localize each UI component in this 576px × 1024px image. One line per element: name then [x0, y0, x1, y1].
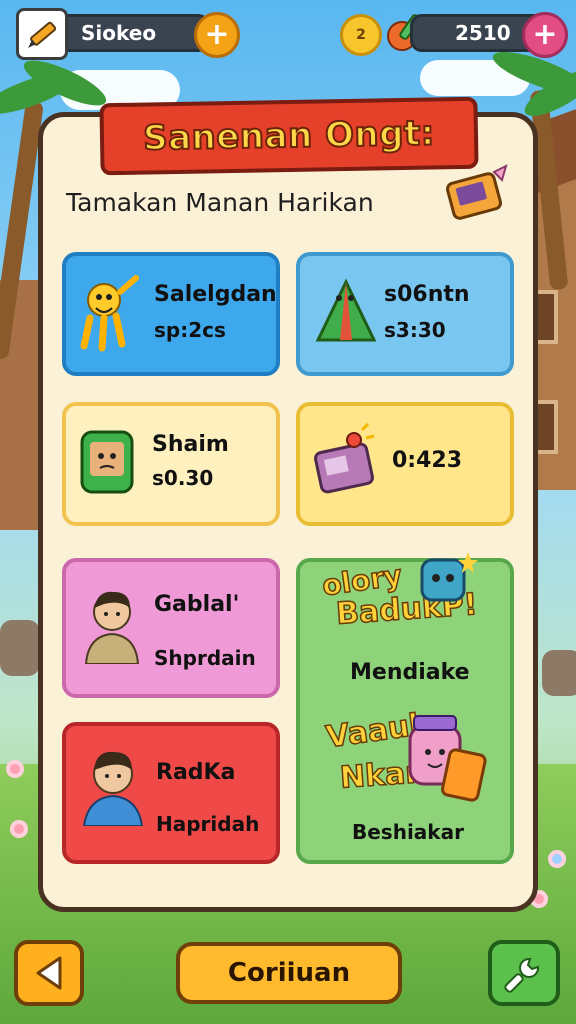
item-card-1[interactable]: Salelgdan sp:2cs	[62, 252, 280, 376]
boy-avatar-icon	[84, 591, 140, 664]
coin-icon: 2	[340, 14, 382, 56]
handheld-device-icon	[446, 164, 508, 220]
card-4-title: 0:423	[392, 448, 463, 473]
top-bar: Siokeo + 2 2510 +	[0, 0, 576, 62]
player-name: Siokeo	[81, 21, 157, 45]
promo-bottom-label: Beshiakar	[352, 820, 464, 844]
green-gadget-icon	[80, 430, 134, 494]
card-3-value: s0.30	[152, 466, 214, 490]
robot-mascot-icon	[420, 552, 478, 602]
card-6-title: RadKa	[156, 760, 236, 785]
green-tent-icon	[315, 278, 377, 342]
card-2-value: s3:30	[384, 318, 446, 342]
add-currency-button[interactable]: +	[522, 12, 568, 58]
card-1-value: sp:2cs	[154, 318, 226, 342]
continue-button[interactable]: Coriiuan	[176, 942, 402, 1004]
boy-portrait-icon	[82, 751, 144, 826]
item-card-2[interactable]: s06ntn s3:30	[296, 252, 514, 376]
back-button[interactable]	[14, 940, 84, 1006]
item-card-5[interactable]: Gablal' Shprdain	[62, 558, 280, 698]
currency-value: 2510	[455, 21, 511, 45]
tools-button[interactable]	[488, 940, 560, 1006]
banner-title: Sanenan Ongt:	[142, 112, 436, 159]
add-left-button[interactable]: +	[194, 12, 240, 58]
card-3-title: Shaim	[152, 432, 229, 457]
pink-jar-icon	[408, 715, 487, 802]
card-1-title: Salelgdan	[154, 282, 277, 307]
card-5-title: Gablal'	[154, 592, 240, 617]
machine-icon	[314, 422, 375, 494]
continue-label: Coriiuan	[227, 958, 351, 988]
card-6-value: Hapridah	[156, 812, 260, 836]
wrench-icon	[504, 957, 540, 993]
card-2-title: s06ntn	[384, 282, 470, 307]
back-arrow-icon	[36, 956, 62, 990]
yellow-character-icon	[80, 275, 139, 352]
pencil-icon	[28, 21, 57, 48]
title-banner: Sanenan Ongt:	[99, 96, 479, 176]
item-card-4[interactable]: 0:423	[296, 402, 514, 526]
promo-top-label: Mendiake	[350, 660, 470, 685]
promo-card[interactable]: olory BadukP! Mendiake Vaaul Nkar Beshia…	[296, 552, 514, 864]
card-5-value: Shprdain	[154, 646, 256, 670]
item-card-3[interactable]: Shaim s0.30	[62, 402, 280, 526]
panel-subtitle: Tamakan Manan Harikan	[66, 188, 374, 217]
edit-pencil-button[interactable]	[16, 8, 68, 60]
item-card-6[interactable]: RadKa Hapridah	[62, 722, 280, 864]
